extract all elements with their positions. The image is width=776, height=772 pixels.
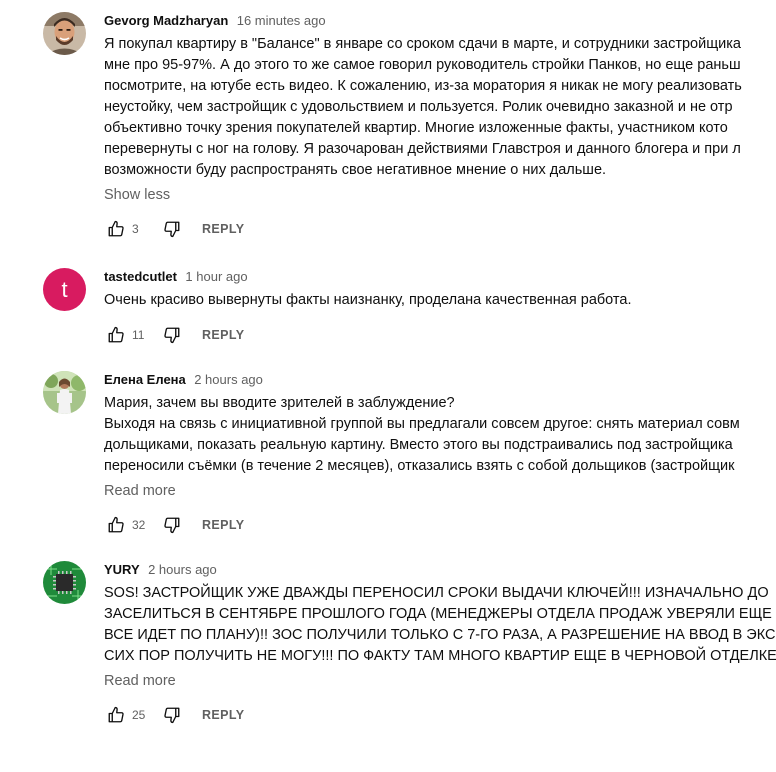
read-more-button[interactable]: Read more [104, 481, 776, 501]
comment-text: SOS! ЗАСТРОЙЩИК УЖЕ ДВАЖДЫ ПЕРЕНОСИЛ СРО… [104, 583, 776, 667]
chip-avatar-icon [43, 561, 86, 604]
comment-line: Мария, зачем вы вводите зрителей в заблу… [104, 395, 455, 411]
comment-line: перевернуты с ног на голову. Я разочаров… [104, 141, 741, 157]
thumbs-up-icon [108, 706, 124, 723]
comment-time[interactable]: 2 hours ago [148, 562, 217, 577]
comment-body: tastedcutlet 1 hour ago Очень красиво вы… [104, 268, 776, 347]
thumbs-up-icon [108, 326, 124, 343]
author-name[interactable]: Елена Елена [104, 372, 186, 387]
like-button[interactable] [104, 513, 128, 537]
like-button[interactable] [104, 323, 128, 347]
thumbs-up-icon [108, 516, 124, 533]
read-more-button[interactable]: Read more [104, 671, 776, 691]
comment-line: неустойку, чем застройщик с удовольствие… [104, 99, 733, 115]
comment-line: посмотрите, на ютубе есть видео. К сожал… [104, 78, 742, 94]
thumbs-down-icon [164, 707, 180, 724]
comment-body: Елена Елена 2 hours ago Мария, зачем вы … [104, 371, 776, 537]
comment-line: объективно точку зрения покупателей квар… [104, 120, 728, 136]
comment-header: YURY 2 hours ago [104, 561, 776, 581]
like-button[interactable] [104, 217, 128, 241]
comment-text: Очень красиво вывернуты факты наизнанку,… [104, 290, 776, 311]
reply-button[interactable]: REPLY [202, 518, 245, 532]
avatar-photo-icon [43, 12, 86, 55]
avatar[interactable]: t [43, 268, 86, 311]
comment-actions: 11 REPLY [104, 323, 776, 347]
comment-time[interactable]: 16 minutes ago [237, 13, 326, 28]
comment-line: ЗАСЕЛИТЬСЯ В СЕНТЯБРЕ ПРОШЛОГО ГОДА (МЕН… [104, 606, 772, 622]
comment-actions: 3 REPLY [104, 217, 776, 241]
comment-header: Елена Елена 2 hours ago [104, 371, 776, 391]
dislike-button[interactable] [160, 513, 184, 537]
comment-actions: 25 REPLY [104, 703, 776, 727]
avatar[interactable] [43, 12, 86, 55]
like-count: 11 [132, 328, 145, 342]
dislike-button[interactable] [160, 323, 184, 347]
show-less-button[interactable]: Show less [104, 185, 776, 205]
like-button[interactable] [104, 703, 128, 727]
like-count: 3 [132, 222, 139, 236]
comment-line: мне про 95-97%. А до этого то же самое г… [104, 57, 741, 73]
comment-line: Очень красиво вывернуты факты наизнанку,… [104, 292, 632, 308]
comment-line: дольщиками, показать реальную картину. В… [104, 437, 733, 453]
comment-line: Выходя на связь с инициативной группой в… [104, 416, 740, 432]
reply-button[interactable]: REPLY [202, 708, 245, 722]
thumbs-up-icon [108, 220, 124, 237]
comment-time[interactable]: 2 hours ago [194, 372, 263, 387]
avatar-photo-icon [43, 371, 86, 414]
avatar[interactable] [43, 371, 86, 414]
comment-header: Gevorg Madzharyan 16 minutes ago [104, 12, 776, 32]
comment-line: возможности буду распространять свое нег… [104, 162, 607, 178]
comment-line: СИХ ПОР ПОЛУЧИТЬ НЕ МОГУ!!! ПО ФАКТУ ТАМ… [104, 648, 776, 664]
comment-text: Я покупал квартиру в "Балансе" в январе … [104, 34, 776, 181]
comment-body: YURY 2 hours ago SOS! ЗАСТРОЙЩИК УЖЕ ДВА… [104, 561, 776, 727]
avatar-letter: t [61, 276, 68, 302]
like-count: 25 [132, 708, 146, 722]
reply-button[interactable]: REPLY [202, 222, 245, 236]
dislike-button[interactable] [160, 217, 184, 241]
comment-body: Gevorg Madzharyan 16 minutes ago Я покуп… [104, 12, 776, 241]
comment-line: SOS! ЗАСТРОЙЩИК УЖЕ ДВАЖДЫ ПЕРЕНОСИЛ СРО… [104, 585, 769, 601]
author-name[interactable]: YURY [104, 562, 140, 577]
author-name[interactable]: tastedcutlet [104, 269, 177, 284]
comment-actions: 32 REPLY [104, 513, 776, 537]
avatar[interactable] [43, 561, 86, 604]
comment-time[interactable]: 1 hour ago [185, 269, 247, 284]
thumbs-down-icon [164, 221, 180, 238]
thumbs-down-icon [164, 327, 180, 344]
author-name[interactable]: Gevorg Madzharyan [104, 13, 228, 28]
comment-line: Я покупал квартиру в "Балансе" в январе … [104, 36, 741, 52]
thumbs-down-icon [164, 517, 180, 534]
comment-line: переносили съёмки (в течение 2 месяцев),… [104, 458, 735, 474]
comment-text: Мария, зачем вы вводите зрителей в заблу… [104, 393, 776, 477]
reply-button[interactable]: REPLY [202, 328, 245, 342]
like-count: 32 [132, 518, 146, 532]
comment-header: tastedcutlet 1 hour ago [104, 268, 776, 288]
dislike-button[interactable] [160, 703, 184, 727]
comment-line: ВСЕ ИДЕТ ПО ПЛАНУ)!! ЗОС ПОЛУЧИЛИ ТОЛЬКО… [104, 627, 776, 643]
